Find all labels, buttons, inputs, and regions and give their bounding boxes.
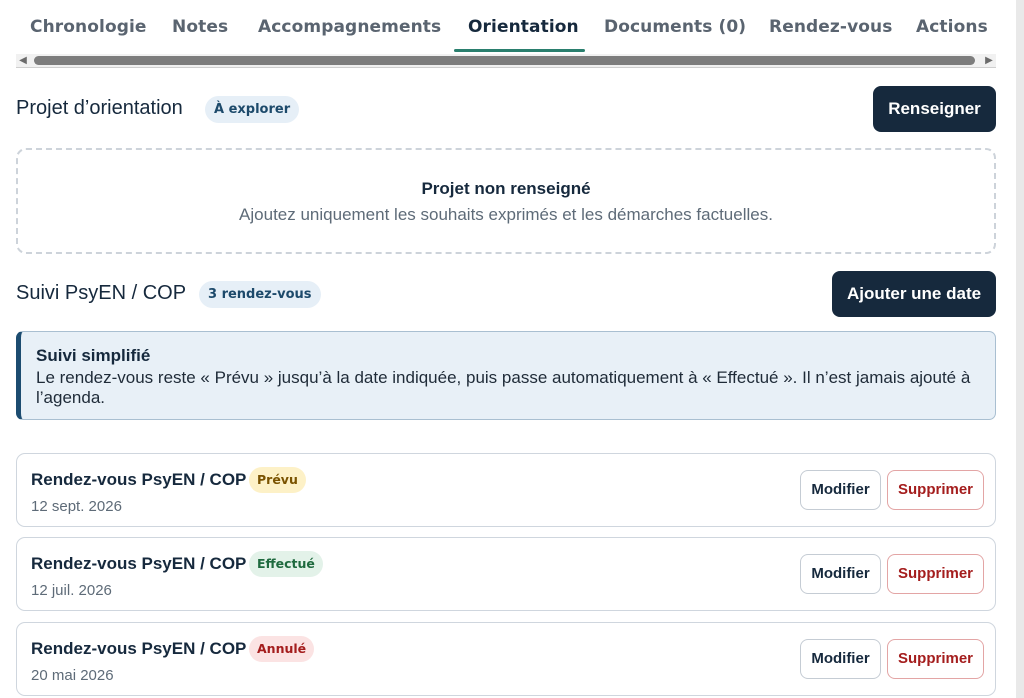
tab-rendez-vous[interactable]: Rendez-vous xyxy=(769,17,892,37)
appointment-title: Rendez-vous PsyEN / COP xyxy=(31,470,247,489)
tab-chronologie[interactable]: Chronologie xyxy=(30,17,147,37)
active-tab-indicator xyxy=(454,49,585,52)
delete-button[interactable]: Supprimer xyxy=(887,470,984,510)
appointment-date: 12 juil. 2026 xyxy=(31,582,112,599)
tab-notes[interactable]: Notes xyxy=(172,17,228,37)
info-callout: Suivi simplifié Le rendez-vous reste « P… xyxy=(16,331,996,420)
status-badge: Annulé xyxy=(249,636,315,662)
tab-documents[interactable]: Documents (0) xyxy=(604,17,746,37)
tabs-scrollbar[interactable]: ◀ ▶ xyxy=(16,54,996,68)
add-date-button[interactable]: Ajouter une date xyxy=(832,271,996,317)
edit-button[interactable]: Modifier xyxy=(800,639,881,679)
status-badge: Effectué xyxy=(249,551,323,577)
info-callout-text: Le rendez-vous reste « Prévu » jusqu’à l… xyxy=(36,368,971,407)
appointment-card: Rendez-vous PsyEN / COP Effectué 12 juil… xyxy=(16,537,996,611)
followup-section-title: Suivi PsyEN / COP xyxy=(16,282,187,304)
tab-accompagnements[interactable]: Accompagnements xyxy=(258,17,441,37)
appointment-title: Rendez-vous PsyEN / COP xyxy=(31,639,247,658)
scroll-right-icon[interactable]: ▶ xyxy=(984,56,994,66)
appointment-date: 12 sept. 2026 xyxy=(31,498,122,515)
appointment-card: Rendez-vous PsyEN / COP Annulé 20 mai 20… xyxy=(16,622,996,696)
project-empty-state: Projet non renseigné Ajoutez uniquement … xyxy=(16,148,996,254)
project-section-title: Projet d’orientation xyxy=(16,97,183,119)
window-edge xyxy=(1016,0,1024,698)
empty-state-text: Ajoutez uniquement les souhaits exprimés… xyxy=(239,205,773,224)
status-badge: Prévu xyxy=(249,467,306,493)
edit-button[interactable]: Modifier xyxy=(800,554,881,594)
tab-bar: Chronologie Notes Accompagnements Orient… xyxy=(16,0,996,52)
delete-button[interactable]: Supprimer xyxy=(887,554,984,594)
followup-count-badge: 3 rendez-vous xyxy=(199,281,321,308)
scroll-left-icon[interactable]: ◀ xyxy=(18,56,28,66)
empty-state-title: Projet non renseigné xyxy=(421,179,591,198)
edit-button[interactable]: Modifier xyxy=(800,470,881,510)
appointment-title: Rendez-vous PsyEN / COP xyxy=(31,554,247,573)
info-callout-title: Suivi simplifié xyxy=(36,346,151,365)
appointment-card: Rendez-vous PsyEN / COP Prévu 12 sept. 2… xyxy=(16,453,996,527)
tab-orientation[interactable]: Orientation xyxy=(468,17,579,37)
renseigner-button[interactable]: Renseigner xyxy=(873,86,996,132)
delete-button[interactable]: Supprimer xyxy=(887,639,984,679)
appointment-date: 20 mai 2026 xyxy=(31,667,114,684)
project-status-badge: À explorer xyxy=(205,96,300,123)
tab-actions[interactable]: Actions xyxy=(916,17,988,37)
scrollbar-thumb[interactable] xyxy=(34,56,975,65)
